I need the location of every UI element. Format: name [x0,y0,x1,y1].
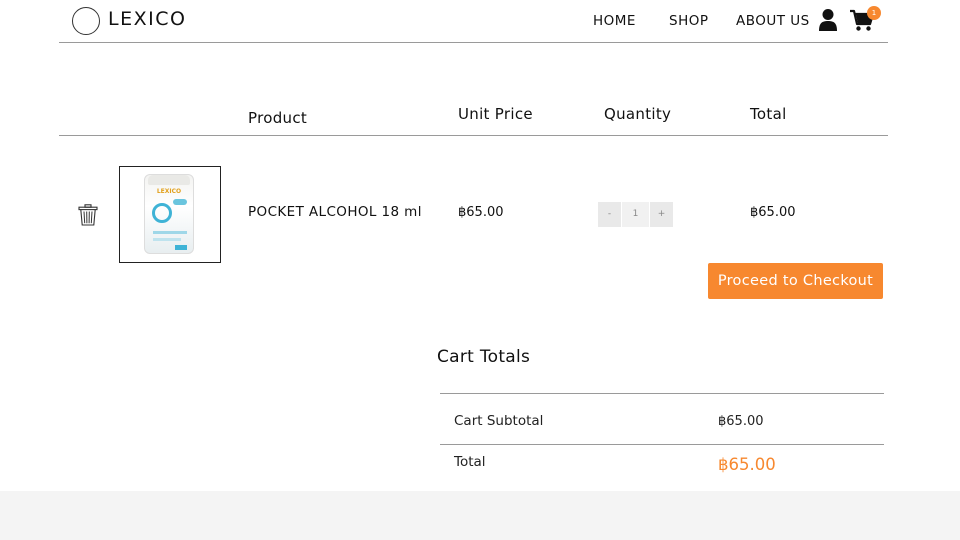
proceed-to-checkout-button[interactable]: Proceed to Checkout [708,263,883,299]
product-image-brand: LEXICO [156,188,182,195]
trash-icon[interactable] [78,204,98,226]
product-image: LEXICO [144,174,194,254]
product-row-total: ฿65.00 [750,205,796,220]
site-header: LEXICO HOME SHOP ABOUT US 1 [59,0,888,43]
header-quantity: Quantity [604,105,672,123]
cart-totals-title: Cart Totals [437,347,531,367]
cart-count-badge: 1 [867,6,881,20]
cart-subtotal-label: Cart Subtotal [454,413,544,429]
product-unit-price: ฿65.00 [458,205,504,220]
logo-circle-icon[interactable] [72,7,100,35]
brand-name[interactable]: LEXICO [108,8,186,30]
header-product: Product [248,109,308,127]
table-divider [59,135,888,136]
totals-divider-middle [440,444,884,445]
header-total: Total [750,105,787,123]
footer [0,491,960,540]
product-thumbnail[interactable]: LEXICO [119,166,221,263]
totals-divider-top [440,393,884,394]
quantity-value[interactable]: 1 [621,202,650,227]
grand-total-value: ฿65.00 [718,455,776,474]
quantity-decrease-button[interactable]: - [598,202,621,227]
cart-subtotal-value: ฿65.00 [718,414,764,429]
quantity-increase-button[interactable]: + [650,202,673,227]
quantity-stepper: - 1 + [598,202,673,227]
header-unit-price: Unit Price [458,105,533,123]
total-label: Total [454,454,486,470]
user-icon[interactable] [818,8,838,32]
nav-home[interactable]: HOME [593,13,636,29]
nav-about-us[interactable]: ABOUT US [736,13,810,29]
product-name[interactable]: POCKET ALCOHOL 18 ml [248,204,422,220]
nav-shop[interactable]: SHOP [669,13,709,29]
